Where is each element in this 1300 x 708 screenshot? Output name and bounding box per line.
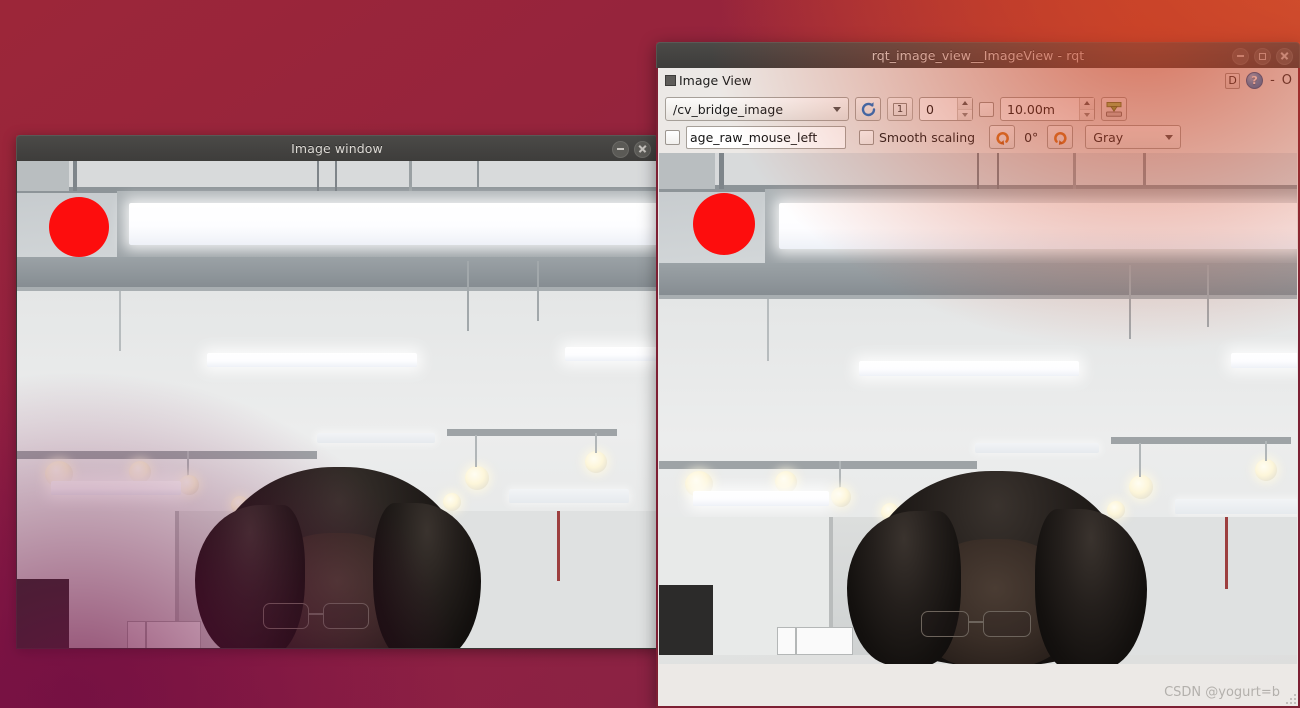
rqt-statusbar: CSDN @yogurt=b <box>658 664 1298 706</box>
image-view-icon <box>665 75 676 86</box>
publish-click-location-checkbox[interactable] <box>665 129 680 145</box>
save-icon[interactable] <box>1101 97 1127 121</box>
smooth-scaling-checkbox[interactable] <box>859 129 874 145</box>
minimize-icon[interactable] <box>612 140 629 158</box>
close-icon[interactable] <box>634 140 651 158</box>
image-window-title: Image window <box>291 141 383 156</box>
image-window-canvas <box>16 161 658 649</box>
watermark-text: CSDN @yogurt=b <box>1164 685 1280 700</box>
mouse-topic-input[interactable]: age_raw_mouse_left <box>686 125 846 149</box>
rqt-window[interactable]: rqt_image_view__ImageView - rqt Image Vi… <box>656 42 1300 708</box>
rqt-titlebar[interactable]: rqt_image_view__ImageView - rqt <box>656 42 1300 68</box>
toolbar-row-1: /cv_bridge_image 1 0 10.00m <box>665 95 1298 123</box>
save-glyph <box>1106 101 1122 117</box>
rotation-angle-label: 0° <box>1024 129 1039 145</box>
spin-down-icon[interactable] <box>958 109 972 120</box>
rotate-left-glyph <box>995 131 1009 145</box>
image-window[interactable]: Image window <box>16 135 658 649</box>
red-circle-overlay <box>693 193 755 255</box>
rotate-left-icon[interactable] <box>989 125 1016 149</box>
image-view-toolbar: /cv_bridge_image 1 0 10.00m age_raw_mous… <box>658 93 1298 151</box>
rqt-window-controls[interactable] <box>1232 43 1293 69</box>
frame-index-value: 0 <box>926 101 934 117</box>
max-range-arrows[interactable] <box>1079 98 1094 120</box>
image-window-controls[interactable] <box>612 136 651 162</box>
smooth-scaling-group[interactable]: Smooth scaling <box>859 129 976 145</box>
refresh-glyph <box>861 101 875 116</box>
resize-grip[interactable] <box>1284 692 1296 704</box>
chevron-down-icon <box>833 106 841 112</box>
minimize-dock-button[interactable]: - <box>1269 74 1276 87</box>
smooth-scaling-label: Smooth scaling <box>879 129 976 145</box>
close-dock-button[interactable]: O <box>1282 74 1292 87</box>
ceiling-scene-left <box>17 161 657 648</box>
zoom-one-to-one-button[interactable]: 1 <box>887 97 913 121</box>
chevron-down-icon <box>1165 134 1174 140</box>
topic-combobox[interactable]: /cv_bridge_image <box>665 97 849 121</box>
red-circle-overlay <box>49 197 109 257</box>
rotate-right-glyph <box>1053 131 1067 145</box>
help-icon[interactable]: ? <box>1246 72 1264 89</box>
dock-title: Image View <box>679 73 752 88</box>
spin-up-icon[interactable] <box>958 98 972 110</box>
rqt-image-canvas[interactable] <box>659 153 1297 664</box>
zoom-one-label: 1 <box>892 102 908 116</box>
ceiling-scene-right <box>659 153 1297 664</box>
dock-buttons[interactable]: D ? - O <box>1225 72 1292 89</box>
max-range-value: 10.00m <box>1007 101 1055 117</box>
image-window-titlebar[interactable]: Image window <box>16 135 658 161</box>
desktop-wallpaper: Image window rqt_image_view__ImageView -… <box>0 0 1300 708</box>
detach-dock-button[interactable]: D <box>1225 72 1241 89</box>
color-scheme-value: Gray <box>1093 129 1124 145</box>
topic-combobox-value: /cv_bridge_image <box>673 101 784 117</box>
refresh-icon[interactable] <box>855 97 881 121</box>
mouse-topic-value: age_raw_mouse_left <box>690 129 818 145</box>
frame-index-spinbox[interactable]: 0 <box>919 97 973 121</box>
rqt-window-title: rqt_image_view__ImageView - rqt <box>871 48 1085 63</box>
rotate-right-icon[interactable] <box>1047 125 1074 149</box>
maximize-icon[interactable] <box>1254 47 1271 65</box>
close-icon[interactable] <box>1276 47 1293 65</box>
frame-index-arrows[interactable] <box>957 98 972 120</box>
max-range-checkbox[interactable] <box>979 101 994 117</box>
spin-up-icon[interactable] <box>1080 98 1094 110</box>
spin-down-icon[interactable] <box>1080 109 1094 120</box>
toolbar-row-2: age_raw_mouse_left Smooth scaling 0° Gra… <box>665 123 1298 151</box>
minimize-icon[interactable] <box>1232 47 1249 65</box>
max-range-spinbox[interactable]: 10.00m <box>1000 97 1095 121</box>
image-view-dock-header: Image View D ? - O <box>658 68 1298 93</box>
rqt-body: Image View D ? - O /cv_bridge_image 1 0 … <box>656 68 1300 708</box>
color-scheme-combobox[interactable]: Gray <box>1085 125 1182 149</box>
